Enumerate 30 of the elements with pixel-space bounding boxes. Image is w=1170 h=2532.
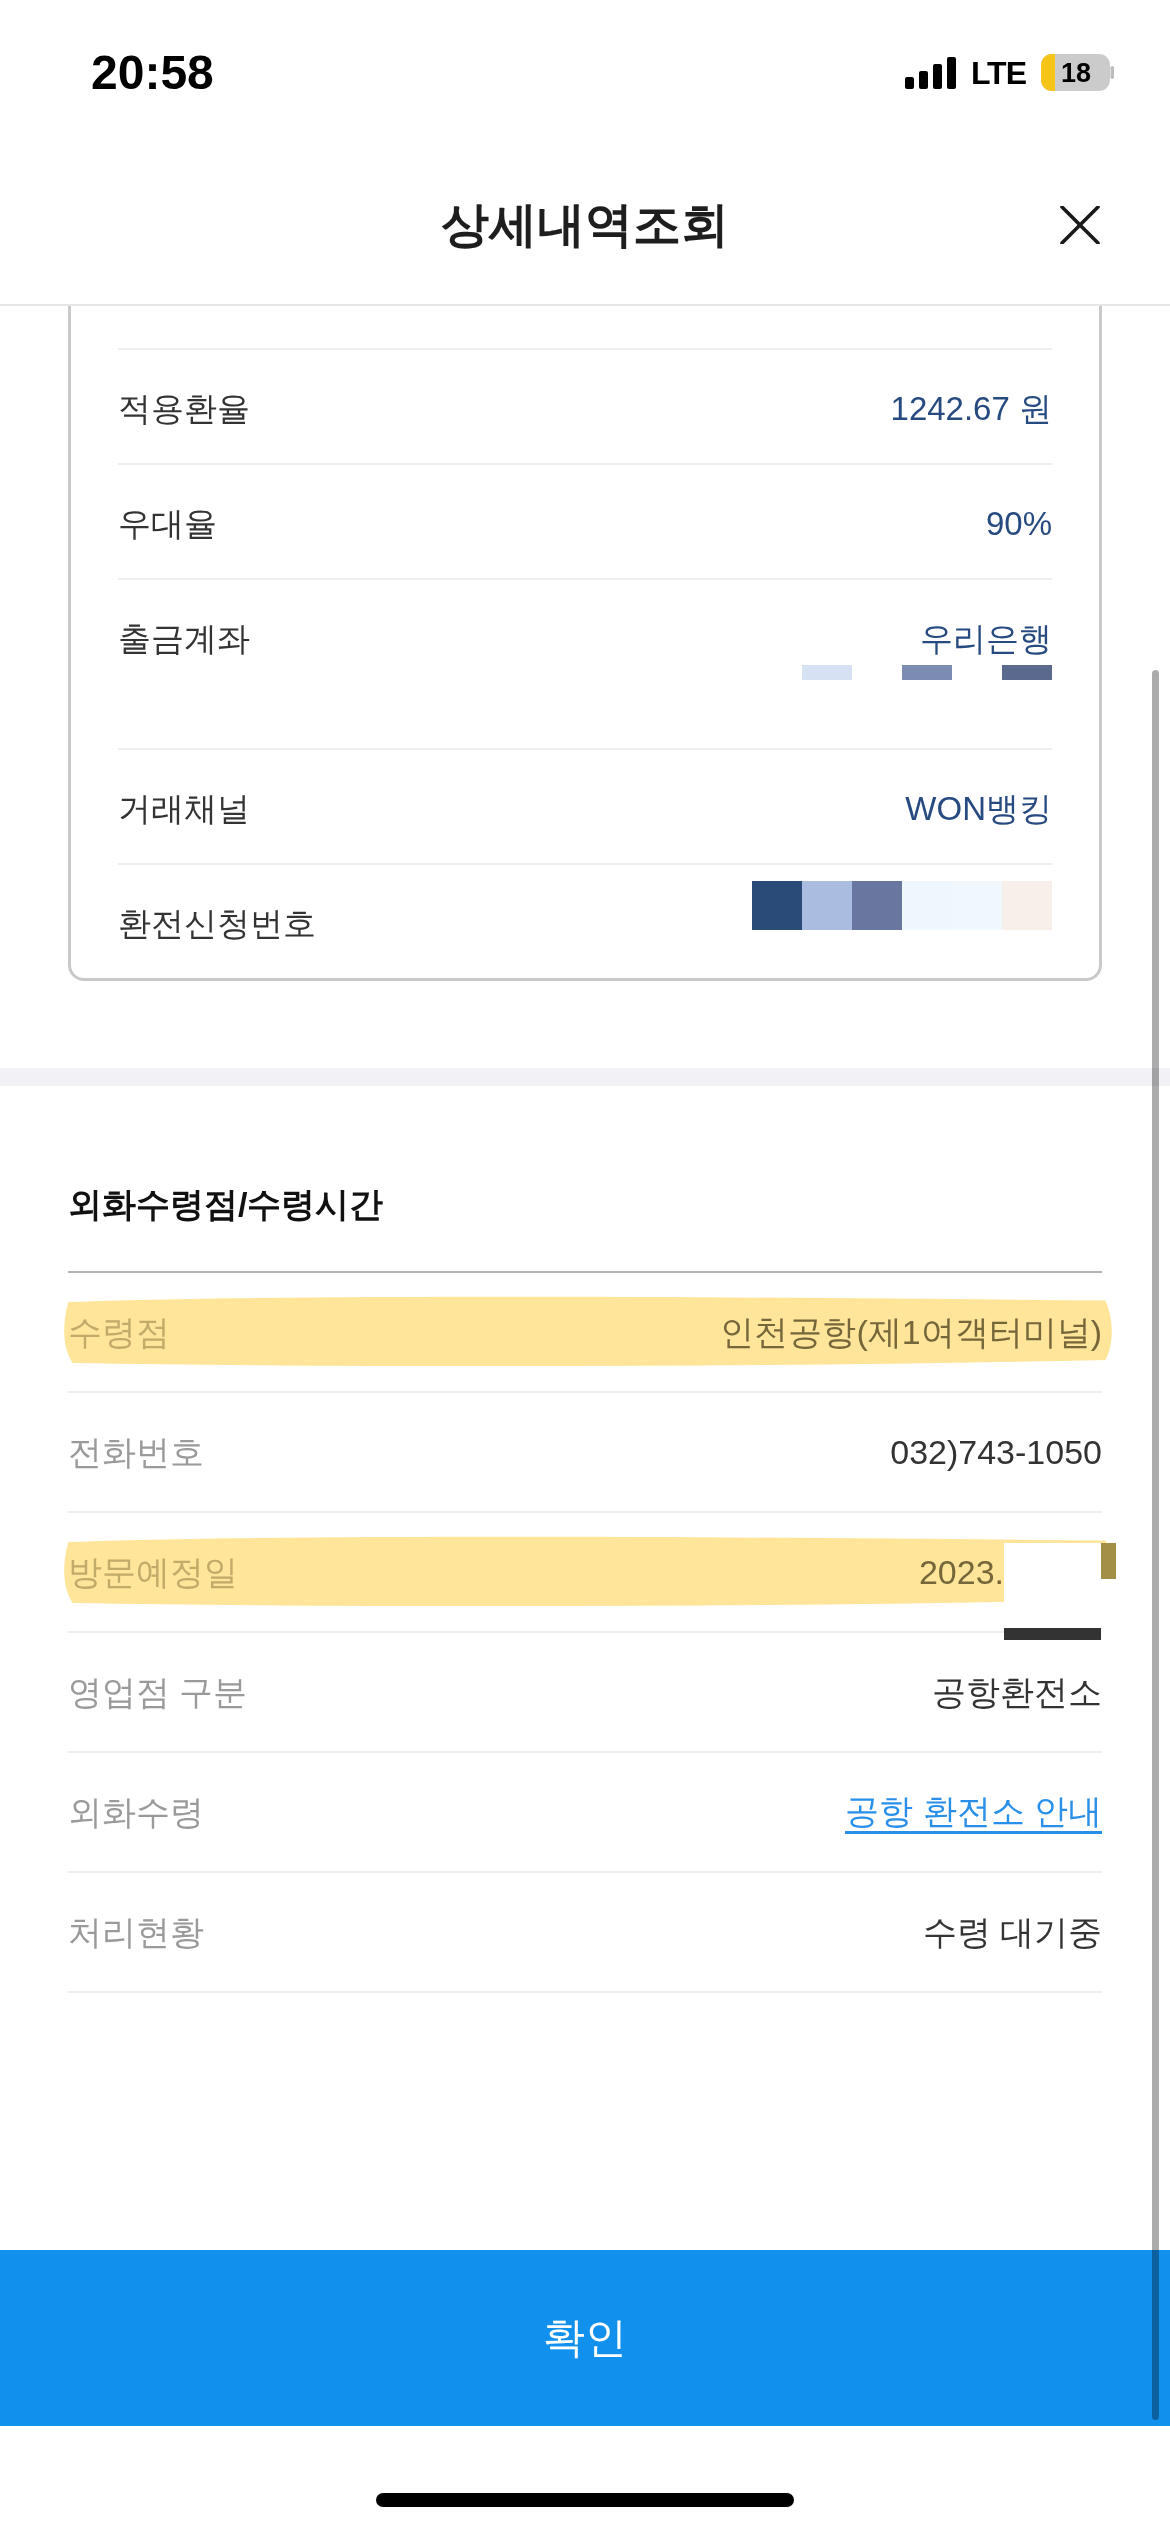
detail-label: 적용환율 (118, 389, 250, 429)
info-label: 방문예정일 (68, 1552, 238, 1593)
battery-icon (1041, 54, 1114, 91)
network-type: LTE (970, 56, 1026, 89)
detail-value: WON뱅킹 (905, 789, 1052, 829)
info-label: 처리현황 (68, 1912, 204, 1953)
confirm-button[interactable]: 확인 (0, 2250, 1170, 2426)
detail-label: 출금계좌 (118, 619, 250, 659)
info-label: 전화번호 (68, 1432, 204, 1473)
info-label: 수령점 (68, 1312, 170, 1353)
signal-icon (904, 56, 956, 89)
detail-value: 우리은행 (920, 619, 1052, 659)
info-value: 2023. (918, 1552, 1004, 1593)
guide-link[interactable]: 공항 환전소 안내 (845, 1790, 1102, 1834)
section-title: 외화수령점/수령시간 (68, 1184, 385, 1225)
header-title: 상세내역조회 (441, 196, 729, 253)
info-value: 공항환전소 (932, 1672, 1102, 1713)
battery-percentage: 18 (1061, 59, 1091, 86)
detail-value: 1242.67 원 (890, 389, 1052, 429)
info-value: 수령 대기중 (922, 1912, 1102, 1953)
info-value: 032)743-1050 (890, 1432, 1102, 1473)
info-label: 외화수령 (68, 1792, 204, 1833)
detail-label: 환전신청번호 (118, 904, 316, 944)
close-icon (1060, 205, 1100, 244)
detail-label: 우대율 (118, 504, 217, 544)
detail-label: 거래채널 (118, 789, 250, 829)
status-time: 20:58 (91, 48, 214, 97)
info-label: 영업점 구분 (68, 1672, 248, 1713)
detail-value: 90% (985, 504, 1052, 544)
info-value: 인천공항(제1여객터미널) (720, 1312, 1102, 1353)
